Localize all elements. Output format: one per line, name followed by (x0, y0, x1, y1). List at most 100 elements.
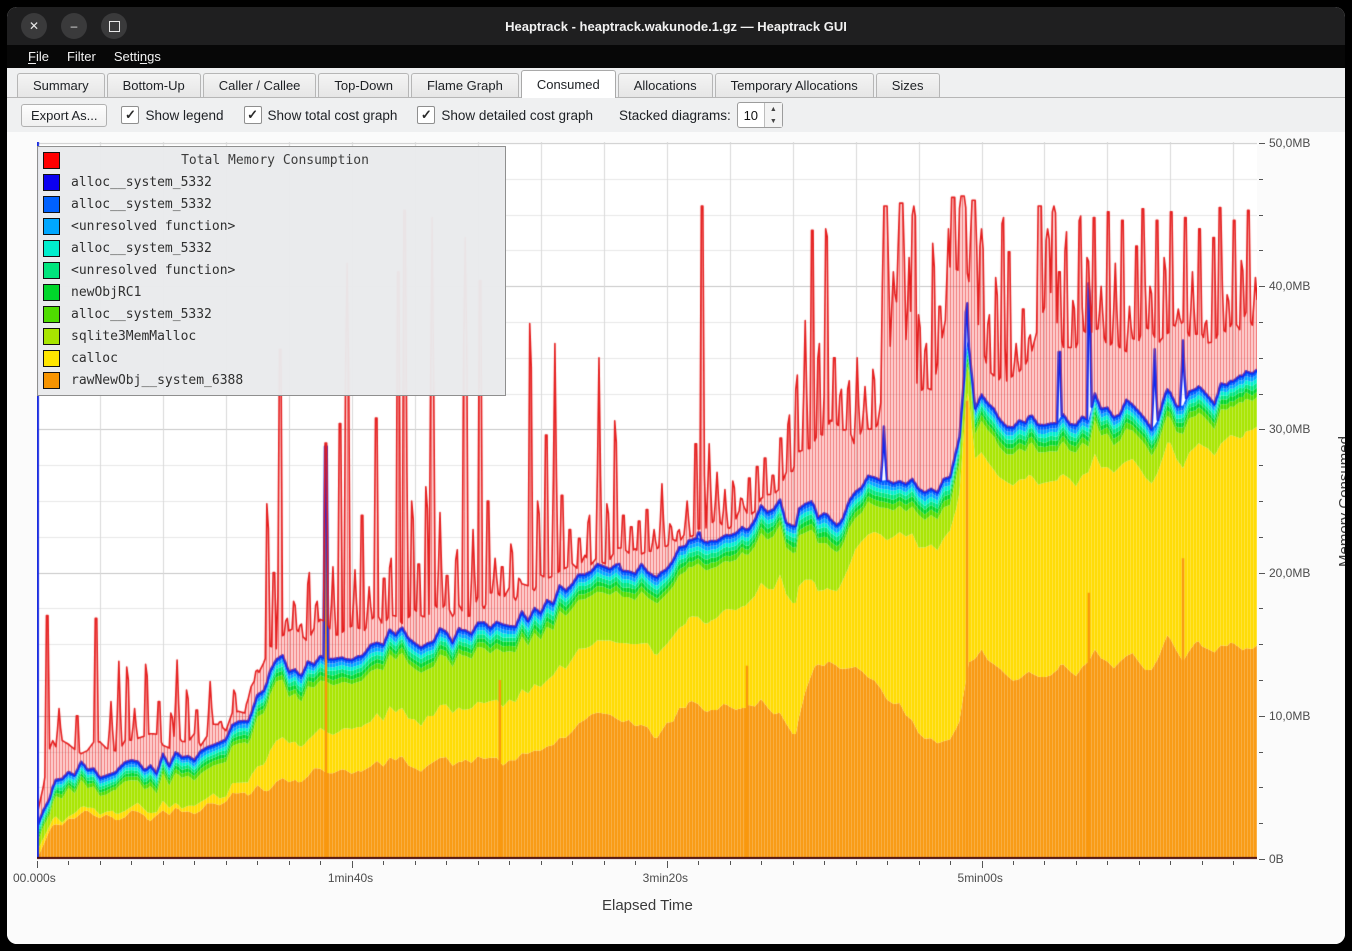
menu-file[interactable]: File (19, 47, 58, 66)
x-tick (793, 861, 794, 865)
legend-label: rawNewObj__system_6388 (71, 373, 243, 388)
legend-label: sqlite3MemMalloc (71, 329, 196, 344)
y-tick (1259, 394, 1263, 395)
legend-item: alloc__system_5332 (38, 193, 505, 215)
y-tick (1259, 429, 1265, 430)
stacked-diagrams-value: 10 (738, 103, 764, 127)
x-tick (1233, 861, 1234, 865)
x-tick (982, 861, 983, 868)
x-tick (698, 861, 699, 865)
close-icon: ✕ (29, 19, 39, 33)
checkbox-group: ✓Show legend✓Show total cost graph✓Show … (121, 106, 613, 124)
y-tick (1259, 358, 1263, 359)
checkmark-icon: ✓ (417, 106, 435, 124)
checkbox-show-total-cost-graph[interactable]: ✓Show total cost graph (244, 106, 398, 124)
y-tick (1259, 752, 1263, 753)
y-tick (1259, 143, 1265, 144)
x-tick (352, 861, 353, 868)
menu-filter[interactable]: Filter (58, 47, 105, 66)
spin-down-icon[interactable]: ▼ (765, 115, 782, 127)
x-tick (100, 861, 101, 865)
x-tick-label: 1min40s (328, 871, 388, 885)
y-tick (1259, 501, 1263, 502)
y-tick (1259, 823, 1263, 824)
checkmark-icon: ✓ (244, 106, 262, 124)
x-tick (446, 861, 447, 865)
x-tick (667, 861, 668, 868)
y-tick (1259, 859, 1265, 860)
minimize-button[interactable]: – (61, 13, 87, 39)
y-tick (1259, 179, 1263, 180)
legend-item: alloc__system_5332 (38, 171, 505, 193)
tab-summary[interactable]: Summary (17, 73, 105, 97)
x-tick (919, 861, 920, 865)
app-window: ✕ – Heaptrack - heaptrack.wakunode.1.gz … (7, 7, 1345, 944)
window-title: Heaptrack - heaptrack.wakunode.1.gz — He… (7, 19, 1345, 34)
tab-sizes[interactable]: Sizes (876, 73, 940, 97)
x-tick (604, 861, 605, 865)
y-tick (1259, 716, 1265, 717)
checkbox-show-detailed-cost-graph[interactable]: ✓ Show detailed cost graph (417, 106, 593, 124)
legend-swatch (43, 350, 60, 367)
y-tick-label: 20,0MB (1269, 566, 1310, 580)
checkbox-label: Show detailed cost graph (441, 108, 593, 123)
y-tick (1259, 215, 1263, 216)
x-tick (541, 861, 542, 865)
menu-settings[interactable]: Settings (105, 47, 170, 66)
legend-swatch (43, 218, 60, 235)
legend-swatch (43, 306, 60, 323)
tab-bottom-up[interactable]: Bottom-Up (107, 73, 201, 97)
tab-caller-callee[interactable]: Caller / Callee (203, 73, 317, 97)
legend-label: newObjRC1 (71, 285, 141, 300)
legend-item: <unresolved function> (38, 215, 505, 237)
x-tick (572, 861, 573, 865)
x-tick (1013, 861, 1014, 865)
maximize-button[interactable] (101, 13, 127, 39)
x-tick (257, 861, 258, 865)
legend-item: alloc__system_5332 (38, 237, 505, 259)
x-tick (887, 861, 888, 865)
y-tick (1259, 644, 1263, 645)
y-tick (1259, 787, 1263, 788)
tab-allocations[interactable]: Allocations (618, 73, 713, 97)
y-tick (1259, 537, 1263, 538)
y-tick-label: 0B (1269, 852, 1284, 866)
y-tick (1259, 465, 1263, 466)
legend-title-row: Total Memory Consumption (38, 149, 505, 171)
legend-swatch (43, 174, 60, 191)
legend-item: calloc (38, 347, 505, 369)
export-as-button[interactable]: Export As... (21, 104, 107, 127)
legend-label: <unresolved function> (71, 263, 235, 278)
legend-item: sqlite3MemMalloc (38, 325, 505, 347)
x-tick (509, 861, 510, 865)
x-tick (1202, 861, 1203, 865)
x-tick-label: 3min20s (643, 871, 703, 885)
legend-swatch (43, 328, 60, 345)
x-tick (824, 861, 825, 865)
x-tick (320, 861, 321, 865)
x-tick (635, 861, 636, 865)
tab-flame-graph[interactable]: Flame Graph (411, 73, 519, 97)
y-tick (1259, 680, 1263, 681)
y-tick (1259, 286, 1265, 287)
x-tick (226, 861, 227, 865)
spin-up-icon[interactable]: ▲ (765, 103, 782, 115)
legend-swatch (43, 196, 60, 213)
chart-legend: Total Memory Consumptionalloc__system_53… (37, 146, 506, 396)
legend-label: alloc__system_5332 (71, 241, 212, 256)
y-tick-label: 10,0MB (1269, 709, 1310, 723)
y-tick (1259, 322, 1263, 323)
x-tick (856, 861, 857, 865)
minimize-icon: – (71, 19, 78, 33)
menu-bar: FileFilterSettings (7, 45, 1345, 68)
checkbox-show-legend[interactable]: ✓Show legend (121, 106, 223, 124)
legend-label: calloc (71, 351, 118, 366)
tab-top-down[interactable]: Top-Down (318, 73, 409, 97)
stacked-diagrams-spinbox[interactable]: 10 ▲ ▼ (737, 102, 783, 128)
tab-consumed[interactable]: Consumed (521, 70, 616, 98)
tab-temporary-allocations[interactable]: Temporary Allocations (715, 73, 874, 97)
legend-item: alloc__system_5332 (38, 303, 505, 325)
y-tick (1259, 608, 1263, 609)
close-button[interactable]: ✕ (21, 13, 47, 39)
x-tick-label: 00.000s (13, 871, 73, 885)
